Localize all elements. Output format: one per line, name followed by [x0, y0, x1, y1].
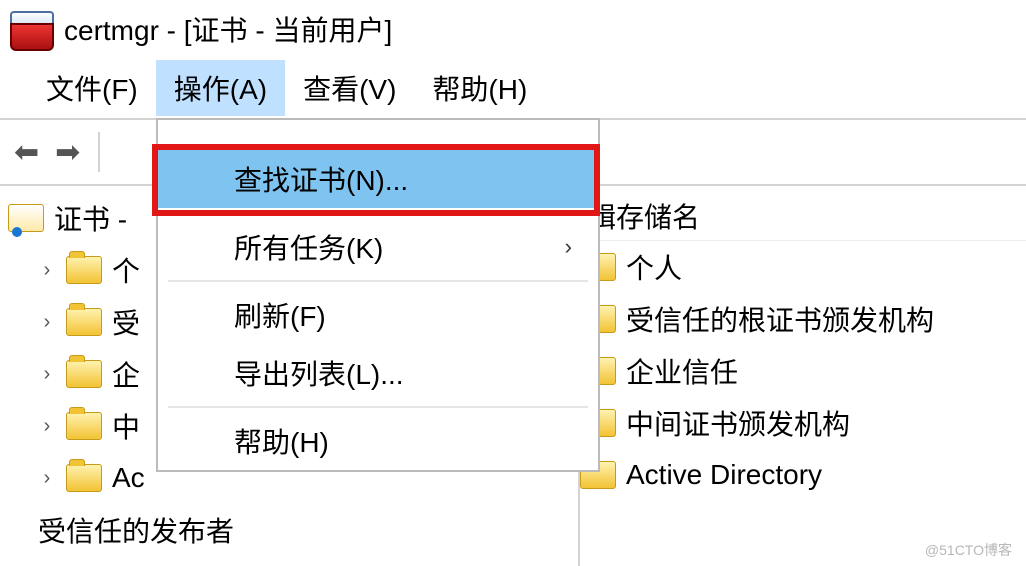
menu-item-all-tasks[interactable]: 所有任务(K) › — [158, 218, 598, 276]
tree-item-label: 个 — [112, 250, 140, 290]
menu-help[interactable]: 帮助(H) — [414, 60, 545, 116]
menu-item-refresh[interactable]: 刷新(F) — [158, 286, 598, 344]
folder-icon — [66, 308, 102, 336]
menu-separator — [168, 212, 588, 214]
list-item[interactable]: 个人 — [580, 241, 1026, 293]
submenu-arrow-icon: › — [565, 234, 572, 260]
list-item[interactable]: 企业信任 — [580, 345, 1026, 397]
tree-item-label: 中 — [112, 406, 140, 446]
window-title: certmgr - [证书 - 当前用户] — [64, 9, 392, 49]
list-item-label: 企业信任 — [626, 351, 738, 391]
menu-item-export-list[interactable]: 导出列表(L)... — [158, 344, 598, 402]
tree-item-label: 受信任的发布者 — [38, 510, 234, 550]
tree-root-label: 证书 - — [54, 198, 127, 238]
caret-icon: › — [38, 467, 56, 490]
tree-item-label: Ac — [112, 462, 145, 494]
caret-icon: › — [38, 415, 56, 438]
menu-item-label: 帮助(H) — [234, 421, 329, 461]
folder-icon — [66, 412, 102, 440]
caret-icon: › — [38, 259, 56, 282]
list-pane: 辑存储名 个人 受信任的根证书颁发机构 企业信任 中间证书颁发机构 Active… — [580, 186, 1026, 566]
toolbar-separator — [98, 132, 100, 172]
tree-item-trusted-publishers[interactable]: 受信任的发布者 — [8, 504, 578, 556]
list-item-label: 受信任的根证书颁发机构 — [626, 299, 934, 339]
folder-icon — [66, 360, 102, 388]
list-item[interactable]: 受信任的根证书颁发机构 — [580, 293, 1026, 345]
menu-item-label: 导出列表(L)... — [234, 353, 404, 393]
title-bar: certmgr - [证书 - 当前用户] — [0, 0, 1026, 58]
menu-view[interactable]: 查看(V) — [285, 60, 414, 116]
tree-item-label: 企 — [112, 354, 140, 394]
folder-icon — [66, 256, 102, 284]
menu-separator — [168, 280, 588, 282]
menu-file[interactable]: 文件(F) — [28, 60, 156, 116]
certificate-icon — [8, 204, 44, 232]
menu-item-label: 查找证书(N)... — [234, 159, 408, 199]
caret-icon: › — [38, 311, 56, 334]
menu-item-label: 所有任务(K) — [234, 227, 383, 267]
nav-back-icon[interactable]: ⬅ — [10, 135, 43, 170]
menu-separator — [168, 406, 588, 408]
nav-forward-icon[interactable]: ➡ — [51, 135, 84, 170]
action-dropdown: 查找证书(N)... 所有任务(K) › 刷新(F) 导出列表(L)... 帮助… — [156, 118, 600, 472]
list-item-label: 个人 — [626, 247, 682, 287]
menu-bar: 文件(F) 操作(A) 查看(V) 帮助(H) — [0, 58, 1026, 120]
list-item-label: 中间证书颁发机构 — [626, 403, 850, 443]
watermark: @51CTO博客 — [925, 540, 1012, 560]
certmgr-window: certmgr - [证书 - 当前用户] 文件(F) 操作(A) 查看(V) … — [0, 0, 1026, 566]
list-item-label: Active Directory — [626, 459, 822, 491]
menu-action[interactable]: 操作(A) — [156, 60, 285, 116]
column-header-store[interactable]: 辑存储名 — [580, 192, 1026, 241]
tree-item-label: 受 — [112, 302, 140, 342]
menu-item-find-certificates[interactable]: 查找证书(N)... — [158, 150, 598, 208]
app-icon — [10, 11, 50, 47]
list-item[interactable]: Active Directory — [580, 449, 1026, 501]
list-item[interactable]: 中间证书颁发机构 — [580, 397, 1026, 449]
folder-icon — [66, 464, 102, 492]
menu-item-help[interactable]: 帮助(H) — [158, 412, 598, 470]
caret-icon: › — [38, 363, 56, 386]
menu-item-label: 刷新(F) — [234, 295, 326, 335]
